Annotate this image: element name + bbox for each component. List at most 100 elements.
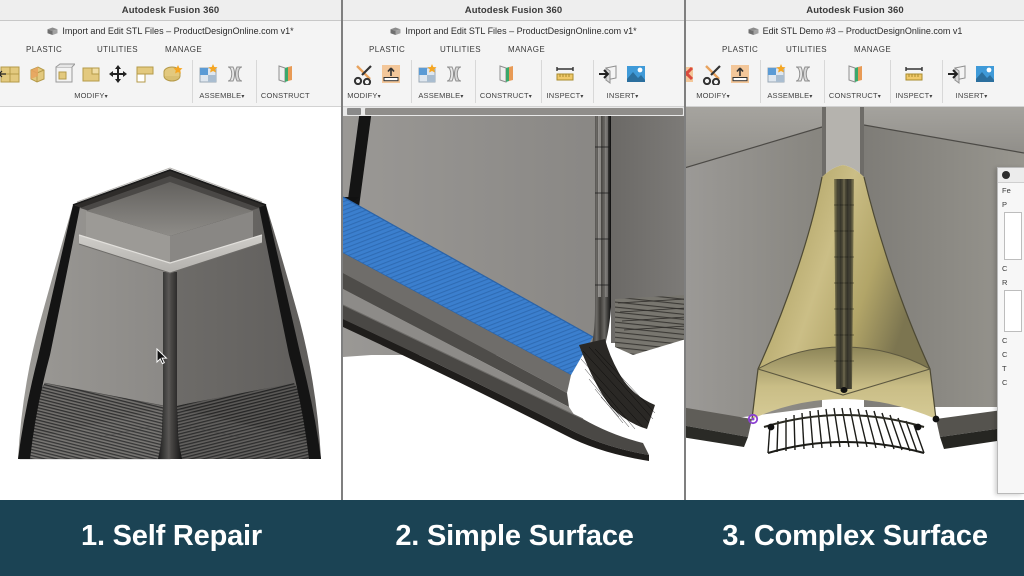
fusion-window-2: Autodesk Fusion 360 Import and Edit STL … [343,0,686,500]
viewport-canvas-2[interactable] [343,107,684,500]
decal-icon[interactable] [974,63,996,85]
measure-icon[interactable] [554,63,576,85]
tab-plastic-3[interactable]: PLASTIC [722,45,758,54]
joint-icon[interactable] [443,63,465,85]
shell-icon[interactable] [53,63,75,85]
document-title-2: Import and Edit STL Files – ProductDesig… [405,26,637,36]
document-cube-icon-3 [748,27,759,36]
window-title-bar-1: Autodesk Fusion 360 [0,0,341,21]
chevron-down-icon[interactable]: ▾ [460,94,463,100]
ribbon-group-label-assemble-1[interactable]: ASSEMBLE▾ [199,91,244,102]
fusion-window-1: Autodesk Fusion 360 Import and Edit STL … [0,0,343,500]
scrollbar-thumb[interactable] [347,108,361,115]
chevron-down-icon[interactable]: ▾ [809,94,812,100]
offset-plane-icon[interactable] [495,63,517,85]
press-pull-icon[interactable] [0,63,21,85]
move-copy-icon[interactable] [107,63,129,85]
ribbon-group-label-assemble-3[interactable]: ASSEMBLE▾ [767,91,812,102]
align-icon[interactable] [134,63,156,85]
chevron-down-icon[interactable]: ▾ [929,94,932,100]
ribbon-group-label-insert-3[interactable]: INSERT▾ [956,91,988,102]
scrollbar-track-fill[interactable] [365,108,683,115]
tab-utilities-1[interactable]: UTILITIES [97,45,138,54]
split-face-icon[interactable] [702,63,724,85]
decal-icon[interactable] [625,63,647,85]
tab-manage-3[interactable]: MANAGE [854,45,891,54]
ribbon-group-construct-3: CONSTRUCT▾ [823,57,886,106]
ribbon-label-text: CONSTRUCT [260,91,310,100]
viewport-canvas-3[interactable]: Fe P C R C C T C [686,107,1024,500]
ribbon-group-assemble-2: ASSEMBLE▾ [411,57,470,106]
ribbon-1: MODIFY▾ ASSEMBLE▾ CONSTRUCT [0,57,341,107]
joint-icon[interactable] [224,63,246,85]
delete-icon[interactable] [686,63,697,85]
tab-plastic-2[interactable]: PLASTIC [369,45,405,54]
ribbon-group-label-insert-2[interactable]: INSERT▾ [607,91,639,102]
dialog-title-bar[interactable] [998,168,1024,183]
combine-icon[interactable] [80,63,102,85]
viewport-canvas-1[interactable] [0,107,341,500]
dialog-close-icon[interactable] [1002,171,1010,179]
ribbon-group-label-modify-2[interactable]: MODIFY▾ [347,91,381,102]
tab-utilities-3[interactable]: UTILITIES [786,45,827,54]
insert-derive-icon[interactable] [598,63,620,85]
document-title-bar-2: Import and Edit STL Files – ProductDesig… [343,21,684,41]
fillet-icon[interactable] [26,63,48,85]
ribbon-group-label-modify-3[interactable]: MODIFY▾ [696,91,730,102]
ribbon-group-label-construct-3[interactable]: CONSTRUCT▾ [829,91,881,102]
tab-utilities-2[interactable]: UTILITIES [440,45,481,54]
chevron-down-icon[interactable]: ▾ [580,94,583,100]
offset-plane-icon[interactable] [844,63,866,85]
ribbon-2: MODIFY▾ ASSEMBLE▾ CONSTRUCT▾ INSPECT▾ IN… [343,57,684,107]
offset-plane-icon[interactable] [274,63,296,85]
chevron-down-icon[interactable]: ▾ [241,94,244,100]
delete-icon[interactable] [343,63,348,85]
chevron-down-icon[interactable]: ▾ [635,94,638,100]
ribbon-group-label-modify-1[interactable]: MODIFY▾ [74,91,108,102]
ribbon-group-label-construct-1[interactable]: CONSTRUCT [261,91,310,100]
tab-plastic-1[interactable]: PLASTIC [26,45,62,54]
chevron-down-icon[interactable]: ▾ [105,94,108,100]
ribbon-group-inspect-2: INSPECT▾ [541,57,588,106]
new-component-icon[interactable] [765,63,787,85]
feature-dialog[interactable]: Fe P C R C C T C [997,167,1024,494]
split-face-icon[interactable] [353,63,375,85]
mesh-edit-icon[interactable] [161,63,183,85]
ribbon-group-label-inspect-3[interactable]: INSPECT▾ [895,91,932,102]
ribbon-label-text: ASSEMBLE [767,91,810,100]
ribbon-group-label-construct-2[interactable]: CONSTRUCT▾ [480,91,532,102]
dialog-field-label-3: R [1002,278,1008,287]
dialog-list-box-1[interactable] [1004,212,1022,260]
chevron-down-icon[interactable]: ▾ [727,94,730,100]
ribbon-group-modify-1: MODIFY▾ [0,57,188,106]
offset-face-icon[interactable] [380,63,402,85]
ribbon-group-label-inspect-2[interactable]: INSPECT▾ [546,91,583,102]
ribbon-group-construct-2: CONSTRUCT▾ [474,57,537,106]
new-component-icon[interactable] [416,63,438,85]
chevron-down-icon[interactable]: ▾ [878,94,881,100]
window-title-bar-3: Autodesk Fusion 360 [686,0,1024,21]
ribbon-group-label-assemble-2[interactable]: ASSEMBLE▾ [418,91,463,102]
window-title-bar-2: Autodesk Fusion 360 [343,0,684,21]
caption-step-1: 1. Self Repair [81,520,262,552]
caption-step-3: 3. Complex Surface [722,520,988,552]
chevron-down-icon[interactable]: ▾ [529,94,532,100]
measure-icon[interactable] [903,63,925,85]
chevron-down-icon[interactable]: ▾ [378,94,381,100]
new-component-icon[interactable] [197,63,219,85]
ribbon-label-text: INSERT [606,91,636,100]
tab-manage-1[interactable]: MANAGE [165,45,202,54]
joint-icon[interactable] [792,63,814,85]
horizontal-scrollbar-2[interactable] [343,107,684,116]
ribbon-label-text: INSPECT [895,91,930,100]
ribbon-label-text: CONSTRUCT [479,91,529,100]
insert-derive-icon[interactable] [947,63,969,85]
chevron-down-icon[interactable]: ▾ [984,94,987,100]
ribbon-group-modify-2: MODIFY▾ [343,57,407,106]
window-title-2: Autodesk Fusion 360 [464,4,563,16]
ribbon-label-text: MODIFY [696,91,727,100]
offset-face-icon[interactable] [729,63,751,85]
tab-manage-2[interactable]: MANAGE [508,45,545,54]
dialog-list-box-2[interactable] [1004,290,1022,332]
ribbon-3: MODIFY▾ ASSEMBLE▾ CONSTRUCT▾ INSPECT▾ IN… [686,57,1024,107]
